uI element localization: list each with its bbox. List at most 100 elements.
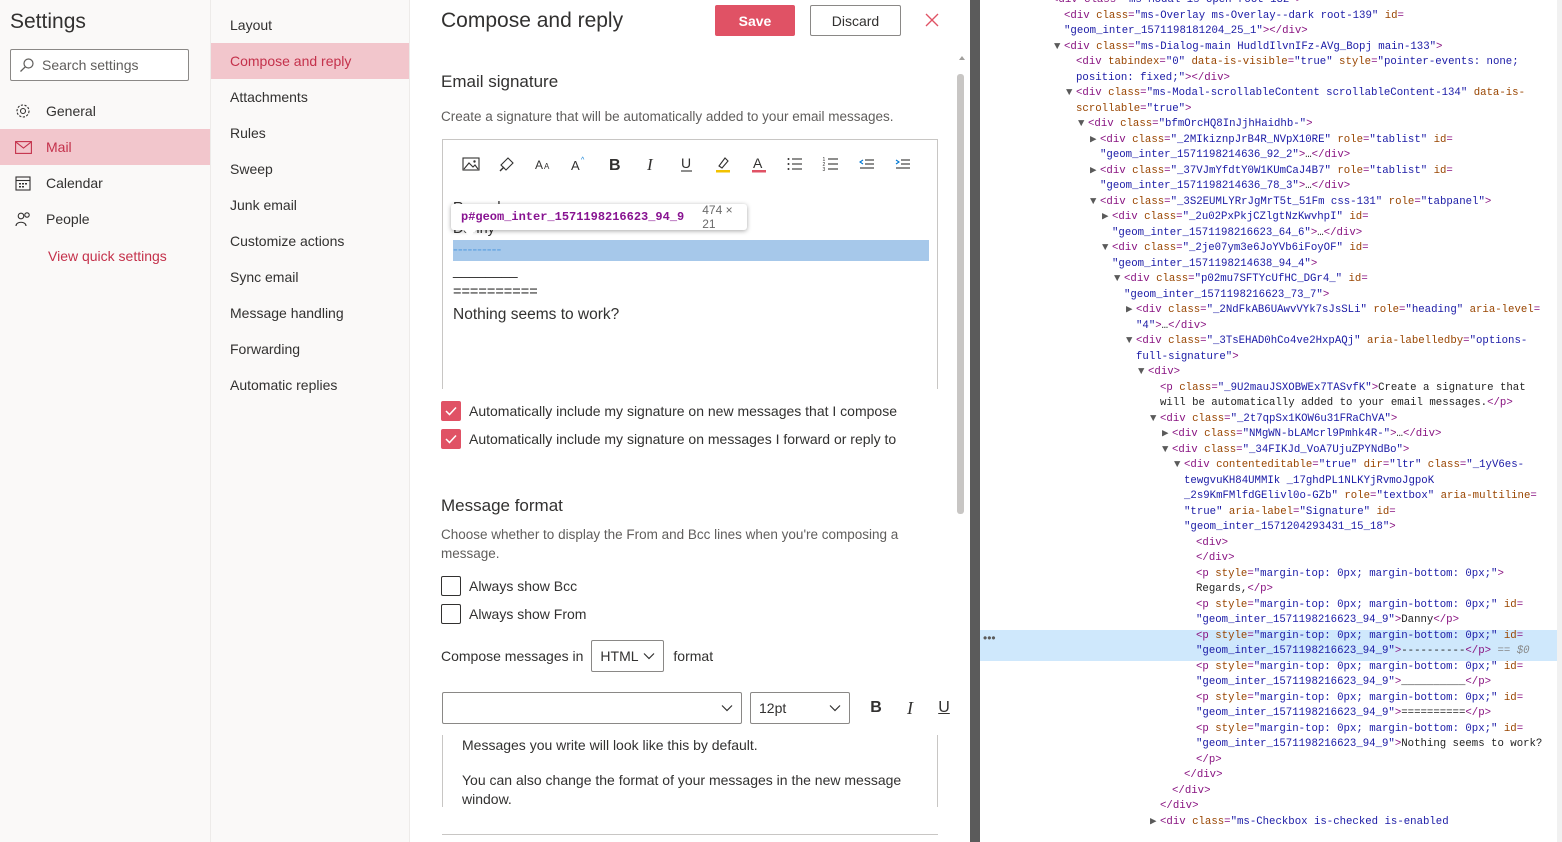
- devtools-node-line[interactable]: "geom_inter_1571198181204_25_1"></div>: [1054, 24, 1308, 40]
- devtools-node-line[interactable]: full-signature">: [1126, 350, 1239, 366]
- devtools-node-line[interactable]: <p style="margin-top: 0px; margin-bottom…: [1186, 567, 1504, 583]
- sub-nav-compose-and-reply[interactable]: Compose and reply: [211, 43, 409, 79]
- devtools-node-line[interactable]: "geom_inter_1571198214636_92_2">…</div>: [1090, 148, 1350, 164]
- devtools-node-line[interactable]: <p class="_9U2mauJSXOBWEx7TASvfK">Create…: [1150, 381, 1526, 397]
- collapse-triangle-icon[interactable]: ▼: [1066, 86, 1076, 102]
- collapse-triangle-icon[interactable]: ▼: [1174, 458, 1184, 474]
- devtools-node-line[interactable]: "geom_inter_1571198214636_78_3">…</div>: [1090, 179, 1350, 195]
- font-color-button[interactable]: A: [741, 152, 777, 176]
- devtools-node-line[interactable]: Regards,</p>: [1186, 582, 1273, 598]
- devtools-node-line[interactable]: <div>: [1186, 536, 1228, 552]
- sub-nav-sweep[interactable]: Sweep: [211, 151, 409, 187]
- font-family-dropdown[interactable]: [442, 692, 742, 724]
- collapse-triangle-icon[interactable]: ▼: [1114, 272, 1124, 288]
- discard-button[interactable]: Discard: [810, 5, 901, 36]
- devtools-node-line[interactable]: "geom_inter_1571198214638_94_4">: [1102, 257, 1317, 273]
- bold-button[interactable]: B: [597, 152, 633, 176]
- insert-picture-button[interactable]: [453, 152, 489, 176]
- checkbox-unchecked[interactable]: [441, 576, 461, 596]
- devtools-node-line[interactable]: "geom_inter_1571198216623_94_9">--------…: [1186, 644, 1530, 660]
- devtools-node-line[interactable]: "geom_inter_1571198216623_94_9">Nothing …: [1186, 737, 1542, 753]
- node-menu-dots[interactable]: •••: [983, 631, 996, 647]
- highlight-button[interactable]: [705, 152, 741, 176]
- devtools-splitter[interactable]: [970, 0, 980, 842]
- devtools-node-line[interactable]: <div tabindex="0" data-is-visible="true"…: [1066, 55, 1519, 71]
- devtools-node-line[interactable]: "true" aria-label="Signature" id=: [1174, 505, 1396, 521]
- devtools-node-line[interactable]: will be automatically added to your emai…: [1150, 396, 1513, 412]
- checkbox-unchecked[interactable]: [441, 604, 461, 624]
- collapse-triangle-icon[interactable]: ▼: [1090, 195, 1100, 211]
- grow-font-button[interactable]: A ^: [561, 152, 597, 176]
- scroll-thumb[interactable]: [957, 74, 964, 514]
- devtools-node-line[interactable]: ▼ <div>: [1138, 365, 1180, 381]
- sub-nav-attachments[interactable]: Attachments: [211, 79, 409, 115]
- collapse-triangle-icon[interactable]: ▼: [1102, 241, 1112, 257]
- font-size-button[interactable]: AA: [525, 152, 561, 176]
- auto-signature-new-checkbox[interactable]: Automatically include my signature on ne…: [441, 401, 897, 421]
- save-button[interactable]: Save: [715, 5, 795, 36]
- devtools-node-line[interactable]: ▼ <div class="_3TsEHAD0hCo4ve2HxpAQj" ari…: [1126, 334, 1527, 350]
- italic-button[interactable]: I: [893, 692, 927, 724]
- checkbox-checked[interactable]: [441, 429, 461, 449]
- collapse-triangle-icon[interactable]: ▼: [1162, 443, 1172, 459]
- devtools-node-line[interactable]: ▼ <div class="_34FIKJd_VoA7UjuZPYNdBo">: [1162, 443, 1409, 459]
- devtools-node-line[interactable]: ▼ <div class="ms-Modal-scrollableContent …: [1066, 86, 1525, 102]
- sub-nav-automatic-replies[interactable]: Automatic replies: [211, 367, 409, 403]
- devtools-node-line[interactable]: "geom_inter_1571198216623_73_7">: [1114, 288, 1329, 304]
- signature-editor[interactable]: AAA^BIUA123 Regards,Danny----------_____…: [442, 139, 938, 389]
- devtools-node-line[interactable]: tewgvuKH84UMMIk _17ghdPL1NLKYjRvmoJgpoK: [1174, 474, 1434, 490]
- decrease-indent-button[interactable]: [849, 152, 885, 176]
- devtools-node-line[interactable]: ▶ <div class="ms-Checkbox is-checked is-e…: [1150, 815, 1449, 831]
- expand-triangle-icon[interactable]: ▶: [1150, 815, 1160, 831]
- devtools-node-line[interactable]: ▼ <div class="_3S2EUMLYRrJgMrT5t_51Fm css…: [1090, 195, 1491, 211]
- devtools-node-line[interactable]: <p style="margin-top: 0px; margin-bottom…: [1186, 629, 1523, 645]
- devtools-node-line[interactable]: ▶ <div class="NMgWN-bLAMcrl9Pmhk4R-">…</d…: [1162, 427, 1441, 443]
- devtools-node-line[interactable]: </div>: [1174, 768, 1222, 784]
- search-box[interactable]: [10, 49, 189, 81]
- italic-button[interactable]: I: [633, 152, 669, 176]
- devtools-node-line[interactable]: ▼ <div class="bfmOrcHQ8InJjhHaidhb-">: [1078, 117, 1313, 133]
- devtools-node-line[interactable]: <p style="margin-top: 0px; margin-bottom…: [1186, 722, 1523, 738]
- nav-item-people[interactable]: People: [0, 201, 210, 237]
- devtools-node-line[interactable]: ▼ <div class="ms-Dialog-main HudldIlvnIFz…: [1054, 40, 1442, 56]
- format-painter-button[interactable]: [489, 152, 525, 176]
- underline-button[interactable]: U: [669, 152, 705, 176]
- devtools-node-line[interactable]: _2s9KmFMlfdGElivl0o-GZb" role="textbox" …: [1174, 489, 1537, 505]
- sub-nav-message-handling[interactable]: Message handling: [211, 295, 409, 331]
- devtools-node-line[interactable]: "geom_inter_1571198216623_94_9">========…: [1186, 706, 1491, 722]
- expand-triangle-icon[interactable]: ▶: [1090, 164, 1100, 180]
- collapse-triangle-icon[interactable]: ▼: [1054, 40, 1064, 56]
- devtools-node-line[interactable]: ▶ <div class="_2u02PxPkjCZlgtNzKwvhpI" id…: [1102, 210, 1369, 226]
- nav-item-general[interactable]: General: [0, 93, 210, 129]
- devtools-node-line[interactable]: <p style="margin-top: 0px; margin-bottom…: [1186, 691, 1523, 707]
- devtools-node-line[interactable]: "geom_inter_1571198216623_64_6">…</div>: [1102, 226, 1362, 242]
- underline-button[interactable]: U: [927, 692, 961, 724]
- devtools-node-line[interactable]: "geom_inter_1571198216623_94_9">Danny</p…: [1186, 613, 1459, 629]
- devtools-node-line[interactable]: ▶ <div class="_2MIkiznpJrB4R_NVpX10RE" ro…: [1090, 133, 1453, 149]
- devtools-scrollbar[interactable]: [1557, 0, 1562, 842]
- font-size-dropdown[interactable]: 12pt: [750, 692, 850, 724]
- close-button[interactable]: [922, 10, 942, 30]
- devtools-node-line[interactable]: ▼ <div class="p02mu7SFTYcUfHC_DGr4_" id=: [1114, 272, 1368, 288]
- devtools-node-line[interactable]: ▶ <div class="_37VJmYfdtY0W1KUmCaJ4B7" ro…: [1090, 164, 1453, 180]
- increase-indent-button[interactable]: [885, 152, 921, 176]
- bold-button[interactable]: B: [859, 692, 893, 724]
- always-show-bcc-checkbox[interactable]: Always show Bcc: [441, 576, 577, 596]
- devtools-node-line[interactable]: ▼ <div class="_2t7qpSx1KOW6u31FRaChVA">: [1150, 412, 1397, 428]
- sub-nav-forwarding[interactable]: Forwarding: [211, 331, 409, 367]
- auto-signature-reply-checkbox[interactable]: Automatically include my signature on me…: [441, 429, 896, 449]
- sub-nav-junk-email[interactable]: Junk email: [211, 187, 409, 223]
- sub-nav-layout[interactable]: Layout: [211, 7, 409, 43]
- sub-nav-sync-email[interactable]: Sync email: [211, 259, 409, 295]
- sub-nav-customize-actions[interactable]: Customize actions: [211, 223, 409, 259]
- devtools-node-line[interactable]: position: fixed;"></div>: [1066, 71, 1230, 87]
- collapse-triangle-icon[interactable]: ▼: [1138, 365, 1148, 381]
- devtools-node-line[interactable]: ▼ <div class="_2je07ym3e6JoYVb6iFoyOF" id…: [1102, 241, 1369, 257]
- devtools-node-line[interactable]: <div class="ms-Overlay ms-Overlay--dark …: [1054, 9, 1404, 25]
- checkbox-checked[interactable]: [441, 401, 461, 421]
- devtools-node-line[interactable]: ▼ <div contenteditable="true" dir="ltr" c…: [1174, 458, 1524, 474]
- devtools-node-line[interactable]: </p>: [1186, 753, 1222, 769]
- collapse-triangle-icon[interactable]: ▼: [1126, 334, 1136, 350]
- bullets-button[interactable]: [777, 152, 813, 176]
- devtools-node-line[interactable]: </div>: [1186, 551, 1234, 567]
